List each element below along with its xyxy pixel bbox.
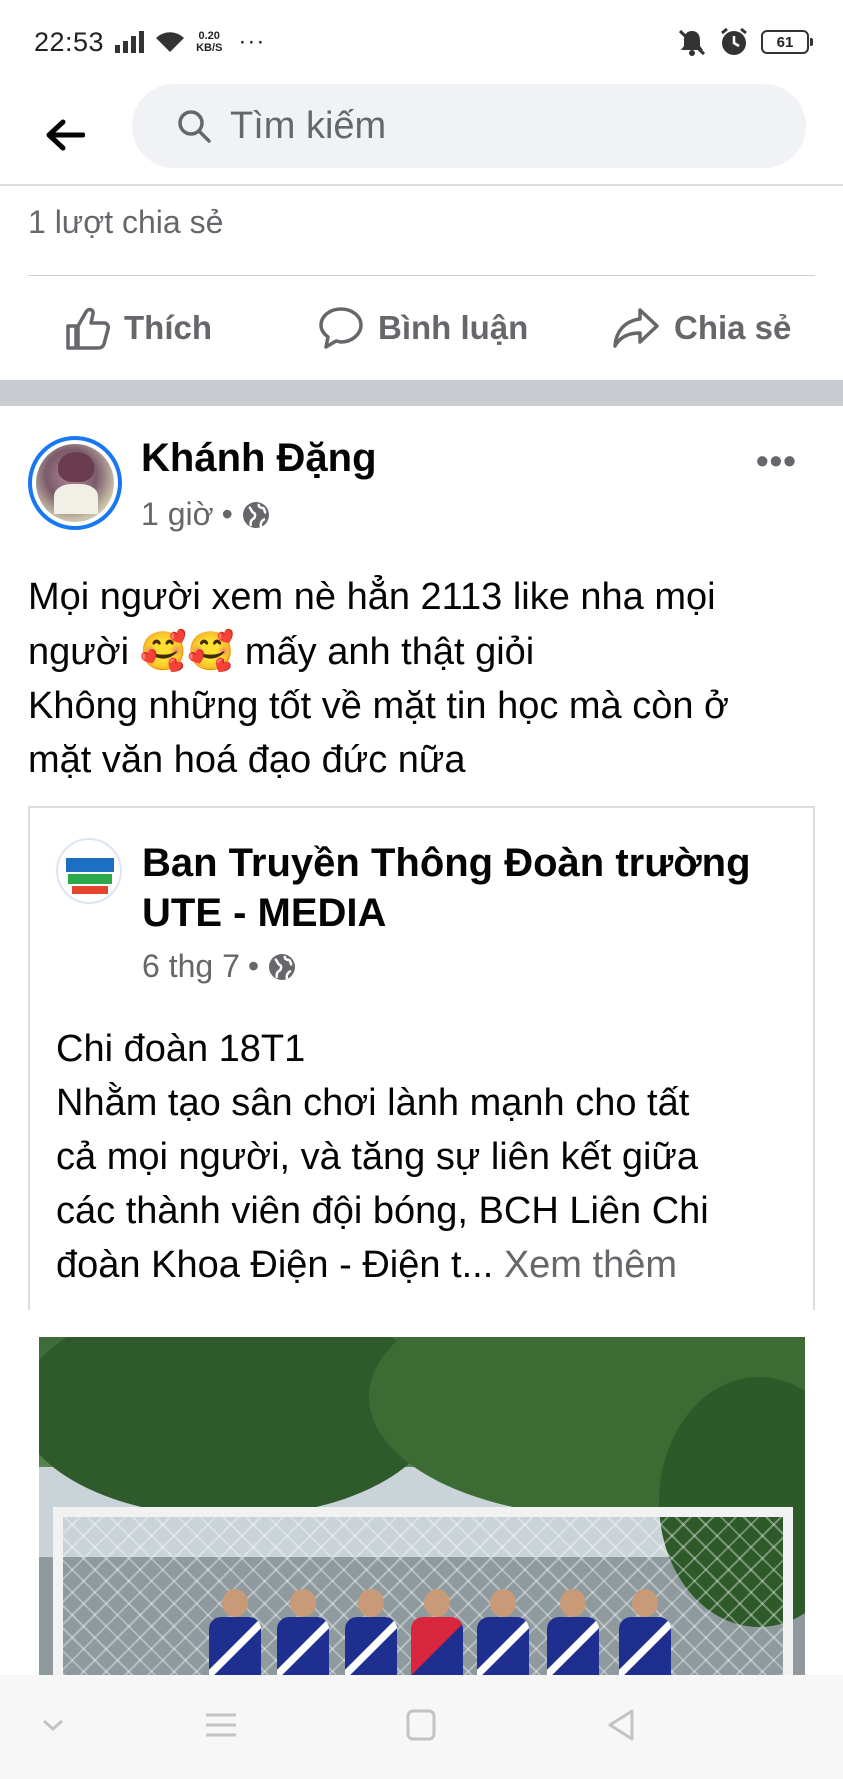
like-label: Thích (124, 309, 212, 346)
comment-label: Bình luận (378, 309, 529, 346)
wifi-icon (156, 32, 185, 52)
shared-text-line: cả mọi người, và tăng sự liên kết giữa (56, 1136, 698, 1178)
see-more-link[interactable]: Xem thêm (504, 1244, 677, 1286)
post-time[interactable]: 1 giờ (141, 496, 214, 533)
smiling-hearts-emoji: 🥰🥰 (139, 629, 235, 673)
logo-shape (68, 874, 112, 884)
globe-icon (242, 501, 269, 528)
shared-text-line: Chi đoàn 18T1 (56, 1028, 306, 1070)
alarm-icon (721, 27, 747, 55)
status-time: 22:53 (34, 26, 105, 57)
shared-text-line: Nhằm tạo sân chơi lành mạnh cho tất (56, 1082, 690, 1124)
globe-icon (269, 953, 296, 980)
post-text-line: Không những tốt về mặt tin học mà còn ở (28, 685, 729, 727)
photo-player (209, 1589, 261, 1675)
nav-home-button[interactable] (404, 1705, 438, 1750)
meta-separator: • (221, 496, 233, 532)
page-logo[interactable] (56, 838, 122, 904)
battery-level: 61 (776, 33, 794, 51)
share-label: Chia sẻ (674, 309, 792, 346)
shared-text-line: các thành viên đội bóng, BCH Liên Chi (56, 1190, 709, 1232)
menu-icon (206, 1713, 236, 1737)
post-text-fragment: mấy anh thật giỏi (244, 631, 535, 673)
signal-icon (115, 31, 145, 53)
nav-menu-button[interactable] (204, 1705, 238, 1750)
page-name-line: UTE - MEDIA (142, 891, 387, 935)
goal-crossbar (53, 1507, 793, 1517)
share-count[interactable]: 1 lượt chia sẻ (28, 204, 223, 241)
system-nav-bar (0, 1675, 843, 1779)
goal-post (783, 1507, 793, 1675)
post-photo[interactable] (39, 1337, 805, 1675)
shared-post-card[interactable]: Ban Truyền Thông Đoàn trường UTE - MEDIA… (28, 806, 815, 1310)
photo-player (411, 1589, 463, 1675)
shared-post-text: Chi đoàn 18T1 Nhằm tạo sân chơi lành mạn… (56, 1022, 796, 1292)
chevron-down-icon (43, 1719, 63, 1732)
network-speed-value: 0.20 (198, 30, 220, 42)
avatar-image (36, 444, 114, 522)
post-text-fragment: người (28, 631, 130, 673)
goal-post (53, 1507, 63, 1675)
share-icon (613, 308, 659, 348)
post-text-line: Mọi người xem nè hẳn 2113 like nha mọi (28, 576, 716, 618)
logo-shape (72, 886, 108, 894)
search-placeholder: Tìm kiếm (230, 104, 387, 147)
post-text: Mọi người xem nè hẳn 2113 like nha mọi n… (28, 570, 828, 787)
shared-text-fragment: đoàn Khoa Điện - Điện t... (56, 1244, 494, 1286)
page-name-line: Ban Truyền Thông Đoàn trường (142, 841, 751, 885)
post-text-line: mặt văn hoá đạo đức nữa (28, 739, 466, 781)
post-text-line: người 🥰🥰 mấy anh thật giỏi (28, 624, 828, 679)
nav-collapse-button[interactable] (40, 1705, 66, 1750)
shared-post-time[interactable]: 6 thg 7 (142, 948, 240, 985)
action-bar: Thích Bình luận Chia sẻ (0, 290, 843, 374)
status-bar: 22:53 0.20 KB/S ··· 61 (0, 0, 843, 84)
nav-back-button[interactable] (604, 1705, 638, 1750)
network-speed-unit: KB/S (196, 42, 223, 54)
network-speed: 0.20 KB/S (196, 30, 222, 54)
bell-muted-icon (678, 29, 706, 56)
post-author[interactable]: Khánh Đặng (141, 436, 377, 481)
post-more-button[interactable]: ••• (756, 440, 797, 482)
square-icon (406, 1709, 436, 1741)
feed-separator (0, 380, 843, 406)
shared-post-meta: 6 thg 7 • (142, 948, 297, 985)
share-button[interactable]: Chia sẻ (612, 306, 791, 350)
comment-button[interactable]: Bình luận (318, 306, 528, 350)
photo-player (619, 1589, 671, 1675)
photo-player (345, 1589, 397, 1675)
triangle-back-icon (608, 1709, 634, 1741)
search-icon (178, 110, 211, 143)
battery-indicator: 61 (761, 30, 813, 54)
search-header: Tìm kiếm (0, 84, 843, 186)
status-more-indicator: ··· (238, 28, 266, 55)
thumbs-up-icon (66, 307, 110, 350)
logo-shape (66, 858, 114, 872)
search-input[interactable]: Tìm kiếm (132, 84, 806, 168)
photo-player (547, 1589, 599, 1675)
arrow-left-icon (46, 119, 85, 151)
avatar[interactable] (28, 436, 122, 530)
meta-separator: • (247, 948, 260, 984)
status-right: 61 (677, 27, 813, 57)
comment-icon (319, 307, 363, 349)
post-meta: 1 giờ • (141, 496, 271, 533)
shared-page-name[interactable]: Ban Truyền Thông Đoàn trường UTE - MEDIA (142, 838, 782, 938)
divider (28, 275, 815, 276)
status-left: 22:53 0.20 KB/S ··· (34, 27, 265, 58)
like-button[interactable]: Thích (64, 306, 212, 350)
photo-player (277, 1589, 329, 1675)
back-button[interactable] (40, 110, 90, 160)
shared-text-line: đoàn Khoa Điện - Điện t... Xem thêm (56, 1238, 796, 1292)
photo-player (477, 1589, 529, 1675)
